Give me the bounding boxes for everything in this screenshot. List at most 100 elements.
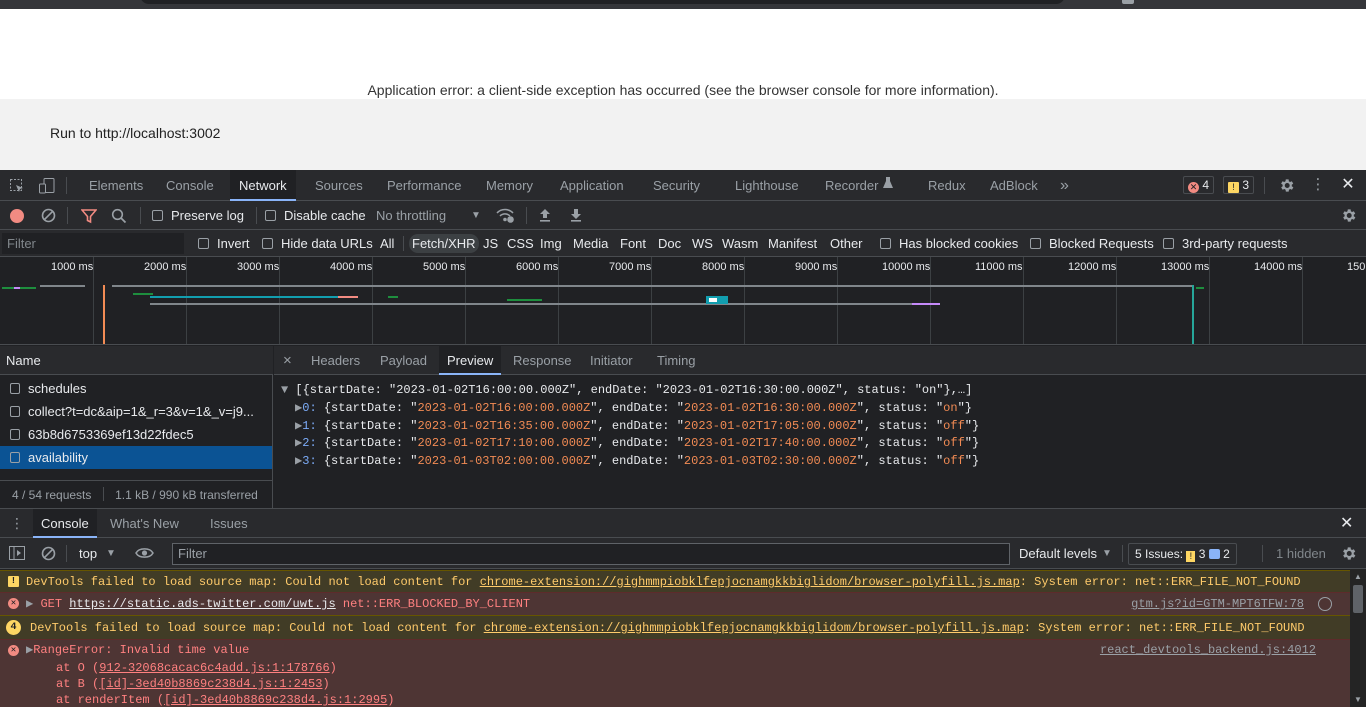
clear-icon[interactable] xyxy=(41,208,56,223)
expand-triangle-icon[interactable]: ▶ xyxy=(26,597,40,611)
close-devtools-icon[interactable]: ✕ xyxy=(1339,176,1357,194)
tab-response[interactable]: Response xyxy=(513,346,572,375)
stack-frame-link[interactable]: [id]-3ed40b8869c238d4.js:1:2453 xyxy=(99,677,322,691)
device-toolbar-icon[interactable] xyxy=(38,177,56,195)
issues-counter[interactable]: 5 Issues: ! 3 2 xyxy=(1128,543,1237,565)
message-source-link[interactable]: react_devtools_backend.js:4012 xyxy=(1100,640,1316,660)
scrollbar-thumb[interactable] xyxy=(1353,585,1363,613)
network-overview-timeline[interactable]: 1000 ms 2000 ms 3000 ms 4000 ms 5000 ms … xyxy=(0,257,1366,345)
filter-icon[interactable] xyxy=(80,208,98,224)
console-warning-message-repeated[interactable]: 4 DevTools failed to load source map: Co… xyxy=(0,615,1350,639)
tab-network[interactable]: Network xyxy=(230,170,296,201)
warning-count-badge[interactable]: ! 3 xyxy=(1223,176,1255,194)
request-row-collect[interactable]: collect?t=dc&aip=1&_r=3&v=1&_v=j9... xyxy=(0,400,272,423)
clear-console-icon[interactable] xyxy=(41,546,56,561)
chevron-down-icon[interactable]: ▼ xyxy=(1102,538,1112,569)
console-settings-icon[interactable] xyxy=(1340,545,1357,562)
tab-security[interactable]: Security xyxy=(653,170,700,201)
filter-type-fetch-xhr[interactable]: Fetch/XHR xyxy=(409,234,479,253)
search-icon[interactable] xyxy=(111,208,127,224)
disable-cache-checkbox[interactable] xyxy=(265,210,276,221)
chevron-down-icon[interactable]: ▼ xyxy=(106,538,116,569)
scroll-up-icon[interactable]: ▲ xyxy=(1354,572,1362,581)
has-blocked-cookies-checkbox[interactable] xyxy=(880,238,891,249)
more-options-icon[interactable]: ⋮ xyxy=(1310,176,1326,194)
log-levels-select[interactable]: Default levels xyxy=(1019,538,1097,569)
filter-type-css[interactable]: CSS xyxy=(507,230,534,257)
preview-root[interactable]: ▼ [{startDate: "2023-01-02T16:00:00.000Z… xyxy=(281,381,972,399)
message-source-link[interactable]: gtm.js?id=GTM-MPT6TFW:78 xyxy=(1131,593,1304,615)
network-filter-input[interactable]: Filter xyxy=(2,233,184,254)
throttling-select[interactable]: No throttling xyxy=(376,201,446,230)
hide-data-urls-checkbox[interactable] xyxy=(262,238,273,249)
filter-type-media[interactable]: Media xyxy=(573,230,608,257)
tab-recorder[interactable]: Recorder xyxy=(825,170,878,201)
drawer-tab-console[interactable]: Console xyxy=(33,509,97,538)
tab-headers[interactable]: Headers xyxy=(311,346,360,375)
filter-type-js[interactable]: JS xyxy=(483,230,498,257)
chevron-down-icon[interactable]: ▼ xyxy=(471,201,481,230)
network-settings-icon[interactable] xyxy=(1340,207,1357,224)
tab-sources[interactable]: Sources xyxy=(315,170,363,201)
console-range-error[interactable]: ✕ ▶RangeError: Invalid time value react_… xyxy=(0,639,1350,707)
tab-elements[interactable]: Elements xyxy=(89,170,143,201)
error-count-badge[interactable]: ✕ 4 xyxy=(1183,176,1215,194)
blocked-requests-checkbox[interactable] xyxy=(1030,238,1041,249)
filter-type-manifest[interactable]: Manifest xyxy=(768,230,817,257)
preview-item[interactable]: ▶1: {startDate: "2023-01-02T16:35:00.000… xyxy=(295,417,979,435)
stack-frame-link[interactable]: [id]-3ed40b8869c238d4.js:1:2995 xyxy=(164,693,387,707)
filter-type-wasm[interactable]: Wasm xyxy=(722,230,758,257)
console-scrollbar[interactable]: ▲ ▼ xyxy=(1350,569,1366,707)
name-column-header[interactable]: Name xyxy=(0,346,273,375)
source-map-link[interactable]: chrome-extension://gighmmpiobklfepjocnam… xyxy=(480,575,1020,589)
console-error-message[interactable]: ✕ ▶ GET https://static.ads-twitter.com/u… xyxy=(0,592,1350,615)
context-select[interactable]: top xyxy=(79,538,97,569)
sidebar-toggle-icon[interactable] xyxy=(9,546,25,560)
settings-gear-icon[interactable] xyxy=(1278,177,1295,194)
invert-checkbox[interactable] xyxy=(198,238,209,249)
export-har-icon[interactable] xyxy=(569,207,583,223)
request-row-id[interactable]: 63b8d6753369ef13d22fdec5 xyxy=(0,423,272,446)
close-details-icon[interactable]: × xyxy=(283,346,292,375)
inspect-element-icon[interactable] xyxy=(9,178,25,194)
tab-performance[interactable]: Performance xyxy=(387,170,461,201)
tab-memory[interactable]: Memory xyxy=(486,170,533,201)
tab-adblock[interactable]: AdBlock xyxy=(990,170,1038,201)
filter-type-ws[interactable]: WS xyxy=(692,230,713,257)
request-url-link[interactable]: https://static.ads-twitter.com/uwt.js xyxy=(69,597,335,611)
request-row-availability[interactable]: availability xyxy=(0,446,272,469)
scroll-down-icon[interactable]: ▼ xyxy=(1354,695,1362,704)
more-tabs-icon[interactable]: » xyxy=(1060,170,1069,201)
preview-item[interactable]: ▶0: {startDate: "2023-01-02T16:00:00.000… xyxy=(295,399,972,417)
drawer-tab-whats-new[interactable]: What's New xyxy=(110,509,179,538)
tab-redux[interactable]: Redux xyxy=(928,170,966,201)
import-har-icon[interactable] xyxy=(538,207,552,223)
console-filter-input[interactable]: Filter xyxy=(172,543,1010,565)
drawer-menu-icon[interactable]: ⋮ xyxy=(10,509,24,538)
source-map-link[interactable]: chrome-extension://gighmmpiobklfepjocnam… xyxy=(484,621,1024,635)
live-expression-eye-icon[interactable] xyxy=(135,546,154,560)
preview-item[interactable]: ▶2: {startDate: "2023-01-02T17:10:00.000… xyxy=(295,434,979,452)
third-party-checkbox[interactable] xyxy=(1163,238,1174,249)
network-conditions-icon[interactable] xyxy=(495,207,515,224)
record-icon[interactable] xyxy=(10,209,24,223)
preserve-log-checkbox[interactable] xyxy=(152,210,163,221)
tab-initiator[interactable]: Initiator xyxy=(590,346,633,375)
filter-type-doc[interactable]: Doc xyxy=(658,230,681,257)
console-warning-message[interactable]: ! DevTools failed to load source map: Co… xyxy=(0,570,1350,592)
filter-type-all[interactable]: All xyxy=(380,230,394,257)
extension-icon[interactable] xyxy=(1122,0,1134,4)
filter-type-font[interactable]: Font xyxy=(620,230,646,257)
stack-frame-link[interactable]: 912-32068cacac6c4add.js:1:178766 xyxy=(99,661,329,675)
filter-type-other[interactable]: Other xyxy=(830,230,863,257)
network-request-icon[interactable] xyxy=(1318,597,1332,611)
address-bar[interactable] xyxy=(140,0,1065,4)
request-row-schedules[interactable]: schedules xyxy=(0,377,272,400)
tab-payload[interactable]: Payload xyxy=(380,346,427,375)
tab-timing[interactable]: Timing xyxy=(657,346,696,375)
close-drawer-icon[interactable]: ✕ xyxy=(1340,509,1353,538)
tab-lighthouse[interactable]: Lighthouse xyxy=(735,170,799,201)
filter-type-img[interactable]: Img xyxy=(540,230,562,257)
tab-preview[interactable]: Preview xyxy=(439,346,502,375)
preview-item[interactable]: ▶3: {startDate: "2023-01-03T02:00:00.000… xyxy=(295,452,979,470)
